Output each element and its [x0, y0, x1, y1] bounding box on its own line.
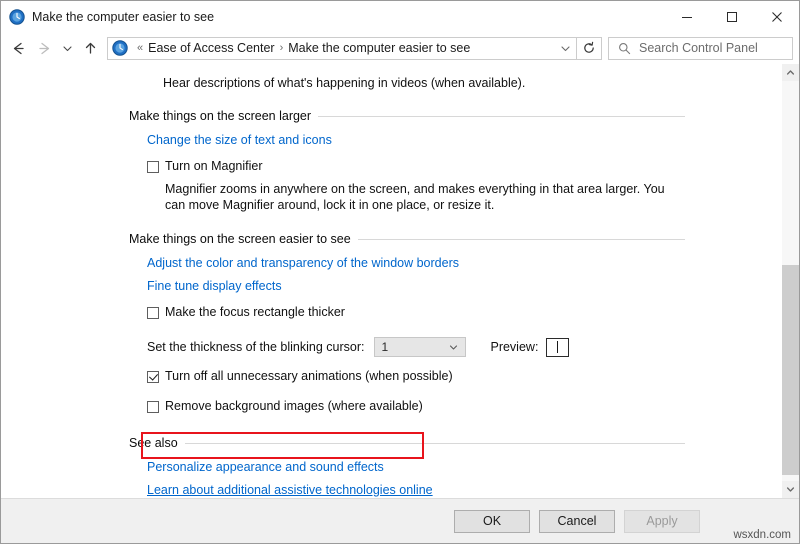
- back-arrow-icon[interactable]: [5, 35, 31, 61]
- section-title: Make things on the screen easier to see: [129, 232, 351, 246]
- link-adjust-color-transparency[interactable]: Adjust the color and transparency of the…: [147, 256, 459, 270]
- section-header: Make things on the screen larger: [129, 109, 685, 123]
- breadcrumb-overflow[interactable]: «: [133, 42, 147, 54]
- control-panel-window: Make the computer easier to see « Ease o…: [0, 0, 800, 544]
- link-change-size-of-text-and-icons[interactable]: Change the size of text and icons: [147, 133, 332, 147]
- cursor-thickness-row: Set the thickness of the blinking cursor…: [147, 337, 781, 357]
- link-learn-assistive-technologies[interactable]: Learn about additional assistive technol…: [147, 483, 433, 497]
- checkbox-box[interactable]: [147, 307, 159, 319]
- title-bar: Make the computer easier to see: [1, 1, 799, 32]
- scroll-down-arrow-icon[interactable]: [782, 481, 799, 498]
- section-see-also: See also Personalize appearance and soun…: [1, 436, 781, 497]
- scroll-up-arrow-icon[interactable]: [782, 64, 799, 81]
- cursor-thickness-dropdown[interactable]: 1: [374, 337, 467, 357]
- breadcrumb-item-current[interactable]: Make the computer easier to see: [287, 41, 471, 55]
- section-make-things-easier-to-see: Make things on the screen easier to see …: [1, 232, 781, 414]
- breadcrumb-separator: ›: [279, 42, 284, 54]
- search-icon: [618, 42, 631, 55]
- chevron-down-icon: [448, 338, 459, 356]
- content-area: Hear descriptions of what's happening in…: [1, 64, 799, 498]
- settings-panel: Hear descriptions of what's happening in…: [1, 64, 781, 498]
- forward-arrow-icon: [31, 35, 57, 61]
- recent-locations-chevron-down-icon[interactable]: [57, 35, 77, 61]
- vertical-scrollbar[interactable]: [781, 64, 799, 498]
- section-title: Make things on the screen larger: [129, 109, 312, 123]
- checkbox-make-focus-rectangle-thicker[interactable]: Make the focus rectangle thicker: [147, 305, 781, 320]
- ease-of-access-icon: [9, 8, 25, 25]
- section-divider: [184, 442, 685, 444]
- cursor-thickness-label: Set the thickness of the blinking cursor…: [147, 340, 365, 354]
- breadcrumb-chevron-down-icon[interactable]: [554, 42, 576, 55]
- checkbox-box[interactable]: [147, 371, 159, 383]
- section-divider: [357, 238, 685, 240]
- section-title: See also: [129, 436, 178, 450]
- watermark-text: wsxdn.com: [733, 529, 791, 541]
- cursor-thickness-value: 1: [381, 340, 389, 354]
- audio-description-text: Hear descriptions of what's happening in…: [163, 76, 526, 90]
- up-arrow-icon[interactable]: [77, 35, 103, 61]
- section-header: Make things on the screen easier to see: [129, 232, 685, 246]
- breadcrumb-item-ease-of-access-center[interactable]: Ease of Access Center: [147, 41, 275, 55]
- checkbox-turn-on-magnifier[interactable]: Turn on Magnifier: [147, 159, 781, 174]
- refresh-icon[interactable]: [577, 36, 602, 60]
- cancel-button[interactable]: Cancel: [539, 509, 615, 533]
- preview-label: Preview:: [490, 340, 539, 354]
- section-header: See also: [129, 436, 685, 450]
- window-title: Make the computer easier to see: [32, 9, 215, 24]
- link-fine-tune-display-effects[interactable]: Fine tune display effects: [147, 279, 282, 293]
- checkbox-label: Turn off all unnecessary animations (whe…: [165, 369, 453, 383]
- checkbox-label: Make the focus rectangle thicker: [165, 305, 345, 319]
- close-button[interactable]: [754, 1, 799, 32]
- control-panel-icon: [112, 40, 128, 56]
- checkbox-label: Turn on Magnifier: [165, 159, 263, 173]
- checkbox-box[interactable]: [147, 401, 159, 413]
- window-controls: [664, 1, 799, 32]
- magnifier-description: Magnifier zooms in anywhere on the scree…: [165, 182, 665, 212]
- cursor-preview-box: [546, 337, 570, 357]
- section-divider: [318, 115, 685, 117]
- search-placeholder-text: Search Control Panel: [639, 41, 758, 55]
- checkbox-turn-off-animations[interactable]: Turn off all unnecessary animations (whe…: [147, 369, 781, 384]
- address-bar[interactable]: « Ease of Access Center › Make the compu…: [107, 36, 577, 60]
- search-input[interactable]: Search Control Panel: [608, 36, 793, 60]
- navigation-bar: « Ease of Access Center › Make the compu…: [1, 32, 799, 64]
- ok-button[interactable]: OK: [454, 509, 530, 533]
- checkbox-box[interactable]: [147, 161, 159, 173]
- maximize-button[interactable]: [709, 1, 754, 32]
- checkbox-remove-background-images[interactable]: Remove background images (where availabl…: [147, 399, 781, 414]
- dialog-button-bar: OK Cancel Apply wsxdn.com: [1, 498, 799, 543]
- scrollbar-thumb[interactable]: [782, 265, 799, 475]
- link-personalize-appearance-sound[interactable]: Personalize appearance and sound effects: [147, 460, 384, 474]
- checkbox-label: Remove background images (where availabl…: [165, 399, 423, 413]
- cursor-caret: [557, 341, 559, 353]
- apply-button: Apply: [624, 509, 700, 533]
- minimize-button[interactable]: [664, 1, 709, 32]
- section-make-things-larger: Make things on the screen larger Change …: [1, 109, 781, 213]
- scrollbar-track[interactable]: [782, 81, 799, 481]
